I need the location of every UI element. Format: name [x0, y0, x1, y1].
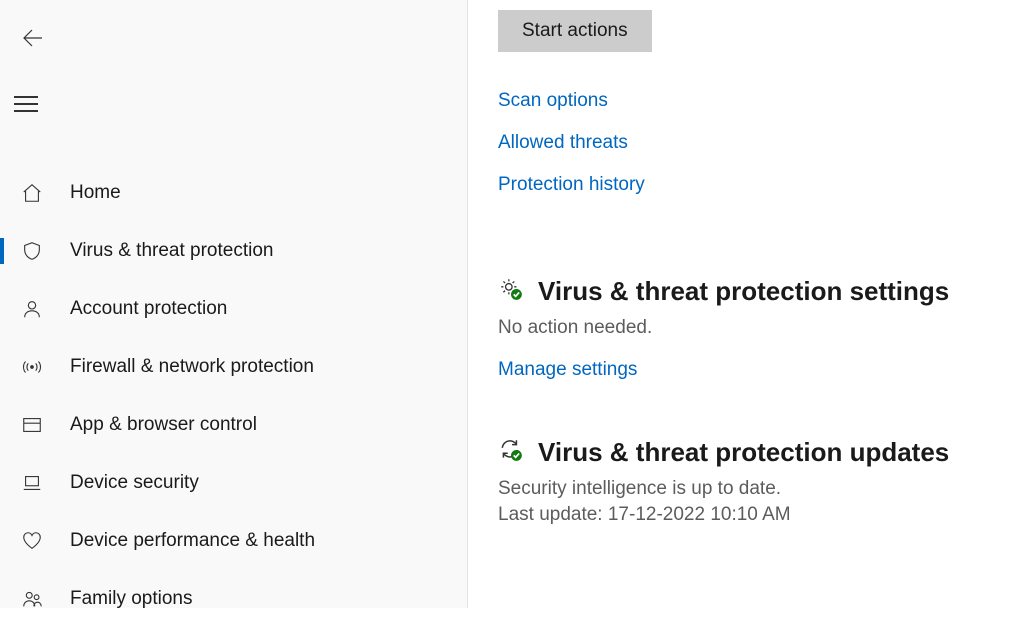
nav-item-app-browser[interactable]: App & browser control — [0, 396, 467, 454]
heart-icon — [20, 530, 44, 552]
nav-item-family[interactable]: Family options — [0, 570, 467, 628]
allowed-threats-link[interactable]: Allowed threats — [498, 132, 1004, 154]
updates-section: Virus & threat protection updates Securi… — [498, 437, 1004, 526]
nav-item-label: Virus & threat protection — [70, 240, 273, 262]
back-button[interactable] — [12, 18, 52, 58]
arrow-left-icon — [20, 26, 44, 50]
broadcast-icon — [20, 356, 44, 378]
start-actions-button[interactable]: Start actions — [498, 10, 652, 52]
laptop-icon — [20, 472, 44, 494]
hamburger-icon — [14, 96, 38, 98]
settings-title: Virus & threat protection settings — [538, 276, 949, 307]
sidebar: Home Virus & threat protection Account p… — [0, 0, 468, 608]
refresh-check-icon — [498, 437, 524, 468]
main-content: Start actions Scan options Allowed threa… — [468, 0, 1024, 608]
quick-links: Scan options Allowed threats Protection … — [498, 90, 1004, 196]
manage-settings-link[interactable]: Manage settings — [498, 359, 1004, 381]
shield-icon — [20, 240, 44, 262]
nav-item-account[interactable]: Account protection — [0, 280, 467, 338]
nav-list: Home Virus & threat protection Account p… — [0, 164, 467, 628]
home-icon — [20, 182, 44, 204]
nav-item-label: Home — [70, 182, 121, 204]
people-icon — [20, 588, 44, 610]
person-icon — [20, 298, 44, 320]
nav-item-label: Family options — [70, 588, 193, 610]
nav-item-label: App & browser control — [70, 414, 257, 436]
nav-item-performance[interactable]: Device performance & health — [0, 512, 467, 570]
settings-section: Virus & threat protection settings No ac… — [498, 276, 1004, 381]
nav-item-label: Firewall & network protection — [70, 356, 314, 378]
updates-subtitle: Security intelligence is up to date. — [498, 478, 1004, 500]
window-icon — [20, 414, 44, 436]
nav-item-device-security[interactable]: Device security — [0, 454, 467, 512]
menu-button[interactable] — [14, 84, 54, 124]
nav-item-virus-threat[interactable]: Virus & threat protection — [0, 222, 467, 280]
nav-item-label: Device performance & health — [70, 530, 315, 552]
gear-check-icon — [498, 276, 524, 307]
nav-item-label: Account protection — [70, 298, 227, 320]
scan-options-link[interactable]: Scan options — [498, 90, 1004, 112]
nav-item-firewall[interactable]: Firewall & network protection — [0, 338, 467, 396]
protection-history-link[interactable]: Protection history — [498, 174, 1004, 196]
updates-last-update: Last update: 17-12-2022 10:10 AM — [498, 504, 1004, 526]
settings-subtitle: No action needed. — [498, 317, 1004, 339]
nav-item-label: Device security — [70, 472, 199, 494]
nav-item-home[interactable]: Home — [0, 164, 467, 222]
updates-title: Virus & threat protection updates — [538, 437, 949, 468]
